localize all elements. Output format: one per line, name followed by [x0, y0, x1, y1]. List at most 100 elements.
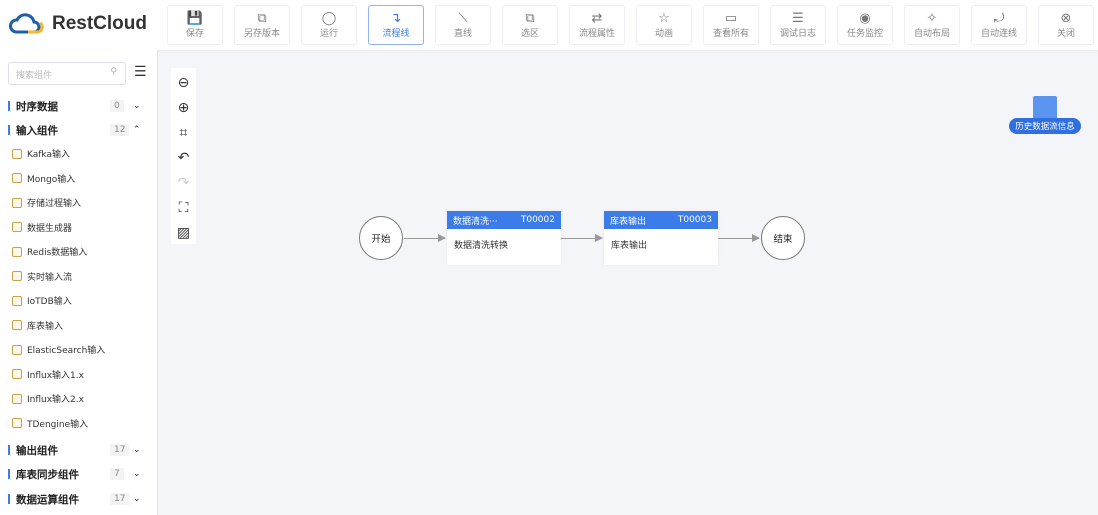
component-icon — [12, 344, 22, 355]
zoom-out-icon[interactable]: ⊖ — [178, 71, 190, 96]
component-item[interactable]: Influx输入2.x — [12, 392, 84, 405]
category-marker — [8, 101, 10, 111]
fit-view-icon[interactable]: ⌗ — [180, 121, 188, 146]
component-item[interactable]: Kafka输入 — [12, 147, 70, 160]
chevron-icon[interactable]: ⌄ — [133, 445, 141, 455]
component-label: 实时输入流 — [27, 272, 73, 283]
category-label: 输出组件 — [16, 444, 58, 457]
toolbar-label: 另存版本 — [243, 29, 280, 39]
chevron-icon[interactable]: ⌃ — [133, 125, 141, 135]
toolbar-button[interactable]: ⟍ 直线 — [435, 5, 491, 45]
search-icon: ⚲ — [110, 67, 117, 77]
edge[interactable] — [718, 234, 760, 242]
undo-icon[interactable]: ↶ — [178, 146, 190, 171]
task-id: T00003 — [677, 215, 712, 225]
task-title: 库表输出 — [610, 216, 647, 227]
fullscreen-icon[interactable]: ⛶ — [179, 196, 189, 221]
toolbar-icon: ◉ — [859, 11, 871, 26]
category-marker — [8, 469, 10, 479]
toolbar-button[interactable]: ⤾ 自动连线 — [971, 5, 1027, 45]
component-item[interactable]: 存储过程输入 — [12, 196, 81, 209]
toolbar-button[interactable]: ⇄ 流程属性 — [569, 5, 625, 45]
category-label: 输入组件 — [16, 124, 58, 137]
logo: RestCloud — [8, 12, 147, 36]
component-label: Influx输入1.x — [27, 370, 84, 381]
edge[interactable] — [561, 234, 603, 242]
toolbar-button[interactable]: ☆ 动画 — [636, 5, 692, 45]
task-node[interactable]: 数据清洗··· T00002 数据清洗转换 — [447, 211, 561, 265]
component-icon — [12, 295, 22, 306]
task-body: 数据清洗转换 — [454, 241, 509, 251]
toolbar-button[interactable]: ⧉ 另存版本 — [234, 5, 290, 45]
toolbar-button[interactable]: ▭ 查看所有 — [703, 5, 759, 45]
component-item[interactable]: Influx输入1.x — [12, 368, 84, 381]
component-item[interactable]: TDengine输入 — [12, 417, 88, 430]
component-item[interactable]: ElasticSearch输入 — [12, 343, 105, 356]
category-marker — [8, 494, 10, 504]
component-label: IoTDB输入 — [27, 297, 72, 307]
component-item[interactable]: Redis数据输入 — [12, 245, 87, 258]
category-header[interactable]: 数据运算组件 17 ⌄ — [8, 490, 148, 508]
component-icon — [12, 393, 22, 404]
redo-icon[interactable]: ↷ — [178, 171, 190, 196]
toolbar-label: 任务监控 — [846, 29, 883, 39]
component-icon — [12, 271, 22, 281]
category-header[interactable]: 输出组件 17 ⌄ — [8, 441, 148, 459]
start-node[interactable]: 开始 — [359, 216, 403, 260]
zoom-in-icon[interactable]: ⊕ — [178, 96, 190, 121]
component-label: 存储过程输入 — [27, 199, 82, 209]
component-item[interactable]: IoTDB输入 — [12, 294, 72, 307]
end-node[interactable]: 结束 — [761, 216, 805, 260]
category-header[interactable]: 库表同步组件 7 ⌄ — [8, 465, 148, 483]
toolbar-button[interactable]: ◯ 运行 — [301, 5, 357, 45]
search-input[interactable]: 搜索组件 ⚲ — [8, 62, 126, 85]
grid-toggle-icon[interactable]: ▨ — [177, 221, 190, 246]
toolbar-button[interactable]: ◉ 任务监控 — [837, 5, 893, 45]
task-id: T00002 — [520, 215, 555, 225]
history-dataflow-button[interactable]: 历史数据流信息 — [1009, 96, 1081, 134]
component-item[interactable]: 实时输入流 — [12, 270, 72, 283]
toolbar-button[interactable]: 💾 保存 — [167, 5, 223, 45]
component-label: TDengine输入 — [27, 419, 89, 430]
edge[interactable] — [404, 234, 446, 242]
component-item[interactable]: Mongo输入 — [12, 172, 75, 185]
task-title: 数据清洗··· — [453, 216, 498, 227]
component-label: Influx输入2.x — [27, 395, 84, 405]
list-view-icon[interactable]: ☰ — [134, 64, 147, 80]
category-marker — [8, 445, 10, 455]
toolbar-label: 运行 — [319, 29, 338, 39]
category-marker — [8, 125, 10, 135]
component-item[interactable]: 库表输入 — [12, 319, 63, 332]
toolbar-icon: ☰ — [792, 11, 804, 26]
category-count: 17 — [110, 493, 130, 505]
component-icon — [12, 369, 22, 379]
toolbar-label: 直线 — [453, 29, 472, 39]
toolbar-label: 选区 — [520, 29, 539, 39]
toolbar-icon: ⧉ — [525, 11, 535, 26]
chevron-icon[interactable]: ⌄ — [133, 494, 141, 504]
component-label: Mongo输入 — [27, 174, 76, 185]
toolbar-icon: ☆ — [658, 11, 670, 26]
toolbar-icon: 💾 — [186, 11, 204, 26]
chevron-icon[interactable]: ⌄ — [133, 101, 141, 111]
toolbar: 💾 保存 ⧉ 另存版本 ◯ 运行 ↴ 流程线 ⟍ 直线 ⧉ 选区 ⇄ 流程属性 ☆ 动画 ▭ 查看所有 ☰ 调试日志 ◉… — [167, 5, 1094, 45]
toolbar-button[interactable]: ⧉ 选区 — [502, 5, 558, 45]
toolbar-button[interactable]: ↴ 流程线 — [368, 5, 424, 45]
toolbar-icon: ⇄ — [591, 11, 603, 26]
task-node[interactable]: 库表输出 T00003 库表输出 — [604, 211, 718, 265]
toolbar-icon: ⊗ — [1060, 11, 1072, 26]
component-item[interactable]: 数据生成器 — [12, 221, 72, 234]
category-count: 0 — [110, 100, 124, 112]
toolbar-label: 调试日志 — [779, 29, 816, 39]
category-header[interactable]: 输入组件 12 ⌃ — [8, 121, 148, 139]
component-icon — [12, 222, 22, 232]
toolbar-button[interactable]: ⊗ 关闭 — [1038, 5, 1094, 45]
toolbar-button[interactable]: ☰ 调试日志 — [770, 5, 826, 45]
chevron-icon[interactable]: ⌄ — [133, 469, 141, 479]
document-icon — [1033, 96, 1057, 120]
end-label: 结束 — [773, 234, 793, 245]
toolbar-button[interactable]: ✧ 自动布局 — [904, 5, 960, 45]
task-body: 库表输出 — [611, 241, 648, 251]
component-label: 数据生成器 — [27, 223, 73, 234]
category-header[interactable]: 时序数据 0 ⌄ — [8, 97, 148, 115]
